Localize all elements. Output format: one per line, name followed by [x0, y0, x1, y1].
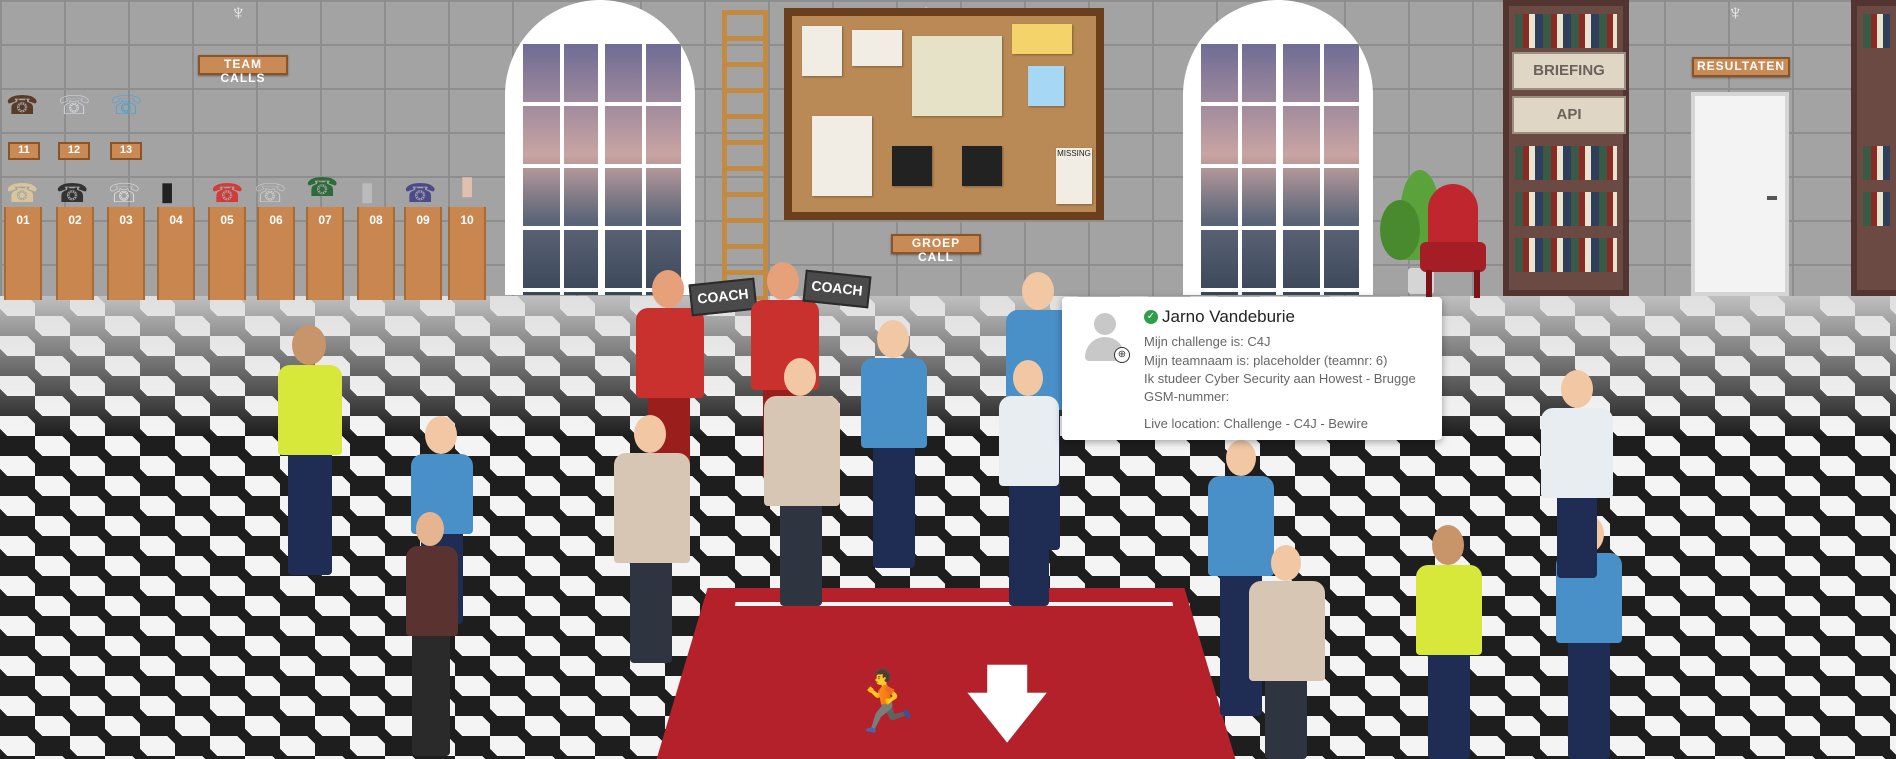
team-calls-plaque[interactable]: TEAM CALLS — [198, 55, 288, 85]
profile-location: Live location: Challenge - C4J - Bewire — [1144, 416, 1368, 431]
door-handle — [1767, 196, 1777, 200]
arched-window — [1183, 0, 1373, 295]
telephone-icon[interactable]: ☎ — [6, 92, 38, 118]
avatar-character[interactable] — [855, 320, 935, 570]
telephone-icon[interactable]: ☎ — [56, 180, 88, 206]
avatar-character[interactable] — [760, 358, 844, 608]
group-call-plaque[interactable]: GROEP CALL — [891, 234, 981, 264]
telephone-icon[interactable]: ☎ — [404, 180, 436, 206]
avatar-character[interactable] — [398, 512, 468, 759]
telephone-icon[interactable]: ☏ — [108, 180, 141, 206]
telephone-icon[interactable]: ▮ — [460, 172, 474, 198]
team-booth-12-label[interactable]: 12 — [58, 142, 90, 160]
avatar-character[interactable] — [993, 360, 1067, 610]
telephone-icon[interactable]: ☏ — [58, 92, 91, 118]
avatar-character[interactable] — [610, 415, 694, 665]
results-door[interactable] — [1691, 92, 1789, 296]
team-booth-02[interactable]: 02 — [56, 207, 94, 300]
exit-rug-border — [700, 602, 1208, 759]
booth-number: 05 — [220, 213, 234, 227]
api-button[interactable]: API — [1512, 96, 1626, 134]
bookshelf — [1851, 0, 1896, 296]
telephone-icon[interactable]: ☎ — [306, 174, 338, 200]
virtual-hall-scene: ♆ ♆ ♆ TEAM CALLS ☎ ☏ ☏ 11 12 13 ☎ 01 ☎ 0… — [0, 0, 1896, 759]
briefing-button[interactable]: BRIEFING — [1512, 52, 1626, 90]
team-booth-03[interactable]: 03 — [107, 207, 145, 300]
red-armchair — [1420, 184, 1490, 299]
user-profile-card[interactable]: ⊕ ✓ Jarno Vandeburie Mijn challenge is: C… — [1062, 297, 1442, 440]
profile-name-row: ✓ Jarno Vandeburie — [1144, 307, 1295, 327]
booth-number: 07 — [318, 213, 332, 227]
telephone-icon[interactable]: ▮ — [160, 178, 174, 204]
chandelier-icon: ♆ — [1727, 0, 1744, 25]
team-booth-06[interactable]: 06 — [257, 207, 295, 300]
globe-icon: ⊕ — [1114, 347, 1130, 363]
profile-challenge: Mijn challenge is: C4J — [1144, 334, 1271, 349]
bookshelf — [1503, 0, 1629, 296]
team-booth-13-label[interactable]: 13 — [110, 142, 142, 160]
telephone-icon[interactable]: ▮ — [360, 178, 374, 204]
team-booth-01[interactable]: 01 — [4, 207, 42, 300]
avatar-character[interactable] — [270, 325, 350, 585]
profile-study: Ik studeer Cyber Security aan Howest - B… — [1144, 371, 1416, 386]
missing-poster: MISSING — [1056, 148, 1092, 204]
profile-team: Mijn teamnaam is: placeholder (teamnr: 6… — [1144, 353, 1388, 368]
arrow-down-icon[interactable]: 🡇 — [966, 664, 1048, 744]
booth-number: 01 — [16, 213, 30, 227]
profile-name: Jarno Vandeburie — [1162, 307, 1295, 326]
profile-phone: GSM-nummer: — [1144, 389, 1230, 404]
booth-number: 09 — [416, 213, 430, 227]
team-booth-09[interactable]: 09 — [404, 207, 442, 300]
coach-sign: COACH — [802, 269, 872, 309]
avatar-character[interactable] — [1535, 370, 1621, 580]
booth-number: 04 — [169, 213, 183, 227]
avatar-character[interactable] — [1410, 525, 1490, 759]
telephone-icon[interactable]: ☎ — [6, 180, 38, 206]
telephone-icon[interactable]: ☏ — [254, 180, 287, 206]
booth-number: 02 — [68, 213, 82, 227]
booth-number: 10 — [460, 213, 474, 227]
team-booth-07[interactable]: 07 — [306, 207, 344, 300]
team-booth-05[interactable]: 05 — [208, 207, 246, 300]
evidence-board[interactable]: MISSING — [784, 8, 1104, 220]
team-booth-08[interactable]: 08 — [357, 207, 395, 300]
telephone-icon[interactable]: ☏ — [110, 92, 143, 118]
check-circle-icon: ✓ — [1144, 310, 1158, 324]
booth-number: 06 — [269, 213, 283, 227]
team-booth-04[interactable]: 04 — [157, 207, 195, 300]
team-booth-11-label[interactable]: 11 — [8, 142, 40, 160]
booth-number: 08 — [369, 213, 383, 227]
chandelier-icon: ♆ — [230, 0, 247, 25]
team-booth-10[interactable]: 10 — [448, 207, 486, 300]
ladder — [722, 10, 768, 300]
exit-running-man-icon[interactable]: 🏃 — [848, 672, 923, 732]
telephone-icon[interactable]: ☎ — [211, 180, 243, 206]
booth-number: 03 — [119, 213, 133, 227]
avatar-character[interactable] — [1245, 545, 1329, 759]
results-plaque[interactable]: RESULTATEN — [1692, 57, 1790, 77]
arched-window — [505, 0, 695, 295]
